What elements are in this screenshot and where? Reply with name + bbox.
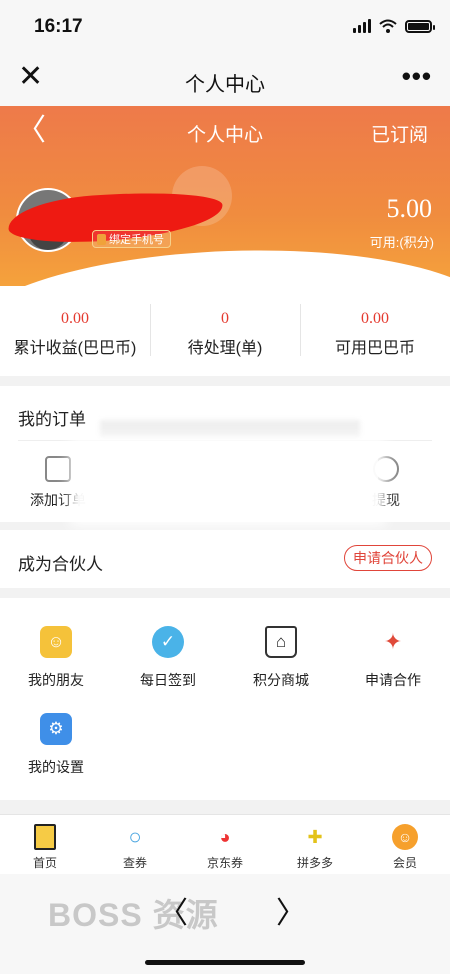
tab-member[interactable]: ☺ 会员: [360, 815, 450, 874]
calendar-check-icon: ✓: [152, 626, 184, 658]
status-time: 16:17: [34, 16, 83, 37]
bind-phone-label: 绑定手机号: [109, 234, 164, 246]
back-nav-icon[interactable]: 〈: [158, 888, 188, 932]
tab-label: 会员: [392, 856, 417, 870]
profile-header: 〈 个人中心 已订阅 绑定手机号 5.00 可用:(积分): [0, 106, 450, 286]
tab-pdd[interactable]: ✚ 拼多多: [270, 815, 360, 874]
feature-grid: ☺ 我的朋友 ✓ 每日签到 ⌂ 积分商城 ✦ 申请合作 ⚙ 我的设置: [0, 598, 450, 800]
friends-icon: ☺: [40, 626, 72, 658]
partner-title: 成为合伙人: [18, 555, 103, 574]
page-title: 个人中心: [185, 74, 265, 96]
grid-item-settings[interactable]: ⚙ 我的设置: [0, 713, 112, 777]
grid-item-checkin[interactable]: ✓ 每日签到: [112, 626, 224, 690]
subscribed-button[interactable]: 已订阅: [371, 120, 428, 147]
blurred-overlay: [100, 420, 360, 438]
stat-value: 0: [221, 310, 229, 327]
grid-item-friends[interactable]: ☺ 我的朋友: [0, 626, 112, 690]
tab-search[interactable]: ○ 查券: [90, 815, 180, 874]
blurred-overlay: [78, 444, 378, 518]
stat-available-coins[interactable]: 0.00 可用巴巴币: [300, 286, 450, 376]
jd-dog-icon: ◕: [219, 826, 231, 847]
gear-icon: ⚙: [40, 713, 72, 745]
tab-jd[interactable]: ◕ 京东券: [180, 815, 270, 874]
divider: [18, 440, 432, 441]
add-order-icon: [45, 456, 71, 482]
stat-label: 可用巴巴币: [334, 340, 415, 357]
wechat-title-bar: ✕ 个人中心 •••: [0, 52, 450, 106]
search-icon: ○: [128, 824, 142, 849]
tab-label: 查券: [122, 856, 147, 870]
watermark: BOSS 资源: [48, 897, 219, 933]
stat-label: 累计收益(巴巴币): [13, 340, 137, 357]
tab-label: 首页: [32, 856, 57, 870]
member-icon: ☺: [392, 824, 418, 850]
stats-row: 0.00 累计收益(巴巴币) 0 待处理(单) 0.00 可用巴巴币: [0, 286, 450, 376]
grid-item-shop[interactable]: ⌂ 积分商城: [225, 626, 337, 690]
stat-value: 0.00: [361, 310, 389, 327]
phone-icon: [97, 233, 106, 245]
grid-item-cooperate[interactable]: ✦ 申请合作: [337, 626, 449, 690]
shop-icon: ⌂: [265, 626, 297, 658]
handshake-icon: ✦: [377, 626, 409, 658]
tab-label: 拼多多: [296, 856, 333, 870]
pdd-icon: ✚: [307, 826, 323, 847]
bind-phone-button[interactable]: 绑定手机号: [92, 230, 171, 248]
grid-item-label: 申请合作: [365, 672, 421, 688]
stat-value: 0.00: [61, 310, 89, 327]
status-icons: [353, 19, 435, 33]
tab-label: 京东券: [206, 856, 243, 870]
stat-label: 待处理(单): [187, 340, 263, 357]
home-indicator: [145, 960, 305, 965]
grid-item-label: 积分商城: [253, 672, 309, 688]
stat-total-income[interactable]: 0.00 累计收益(巴巴币): [0, 286, 150, 376]
grid-item-label: 我的设置: [28, 759, 84, 775]
browser-bottom-bar: BOSS 资源 〈 〉: [0, 874, 450, 974]
more-icon[interactable]: •••: [402, 61, 432, 92]
points-value: 5.00: [386, 194, 433, 223]
orders-title: 我的订单: [18, 410, 86, 429]
tab-bar: 首页 ○ 查券 ◕ 京东券 ✚ 拼多多 ☺ 会员: [0, 814, 450, 874]
home-icon: [34, 824, 56, 850]
points-label: 可用:(积分): [369, 235, 434, 250]
wifi-icon: [379, 19, 397, 33]
grid-item-label: 每日签到: [140, 672, 196, 688]
stat-pending[interactable]: 0 待处理(单): [150, 286, 300, 376]
signal-icon: [353, 19, 371, 33]
tab-home[interactable]: 首页: [0, 815, 90, 874]
battery-icon: [405, 19, 435, 33]
status-bar: 16:17: [0, 0, 450, 52]
apply-partner-button[interactable]: 申请合伙人: [344, 545, 432, 571]
forward-nav-icon[interactable]: 〉: [276, 888, 306, 932]
grid-item-label: 我的朋友: [28, 672, 84, 688]
partner-section: 成为合伙人 申请合伙人: [0, 530, 450, 588]
